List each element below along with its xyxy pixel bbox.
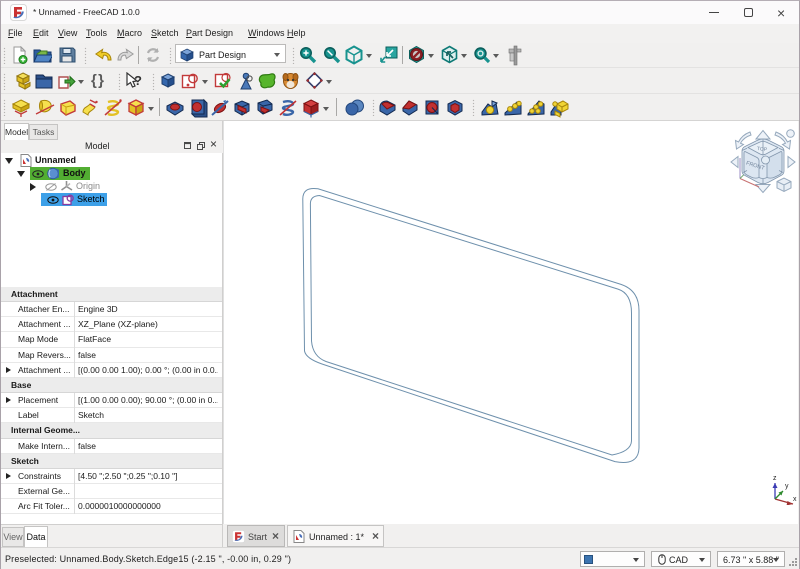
svg-text:z: z (773, 475, 777, 482)
svg-text:x: x (793, 496, 797, 503)
svg-text:?: ? (134, 73, 142, 88)
svg-text:TOP: TOP (757, 146, 768, 153)
svg-text:y: y (785, 483, 789, 490)
